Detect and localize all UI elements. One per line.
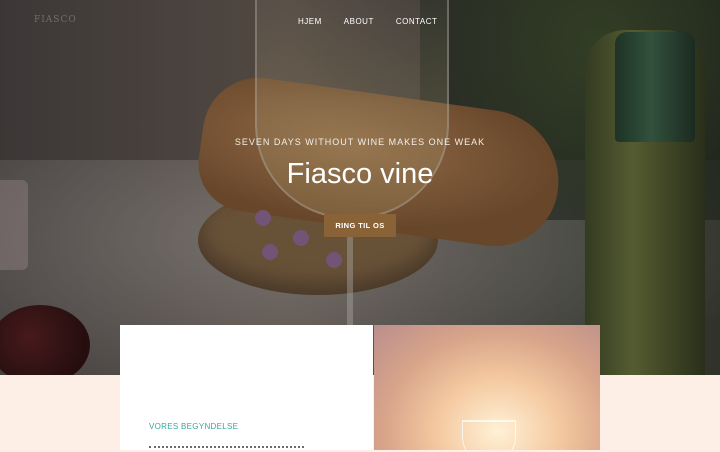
about-image-glass	[462, 420, 516, 450]
call-us-button[interactable]: RING TIL OS	[324, 214, 396, 237]
hero-title: Fiasco vine	[286, 158, 434, 190]
about-card	[120, 325, 373, 450]
nav-item-about[interactable]: ABOUT	[344, 17, 374, 26]
nav-item-hjem[interactable]: HJEM	[298, 17, 322, 26]
about-eyebrow: VORES BEGYNDELSE	[149, 422, 239, 431]
nav-item-contact[interactable]: CONTACT	[396, 17, 438, 26]
about-heading-partial	[149, 446, 304, 452]
main-nav: HJEM ABOUT CONTACT	[298, 17, 459, 26]
about-image	[374, 325, 600, 450]
hero-tagline: SEVEN DAYS WITHOUT WINE MAKES ONE WEAK	[234, 137, 486, 147]
site-logo[interactable]: FIASCO	[34, 10, 104, 30]
hero-section: FIASCO HJEM ABOUT CONTACT SEVEN DAYS WIT…	[0, 0, 720, 375]
